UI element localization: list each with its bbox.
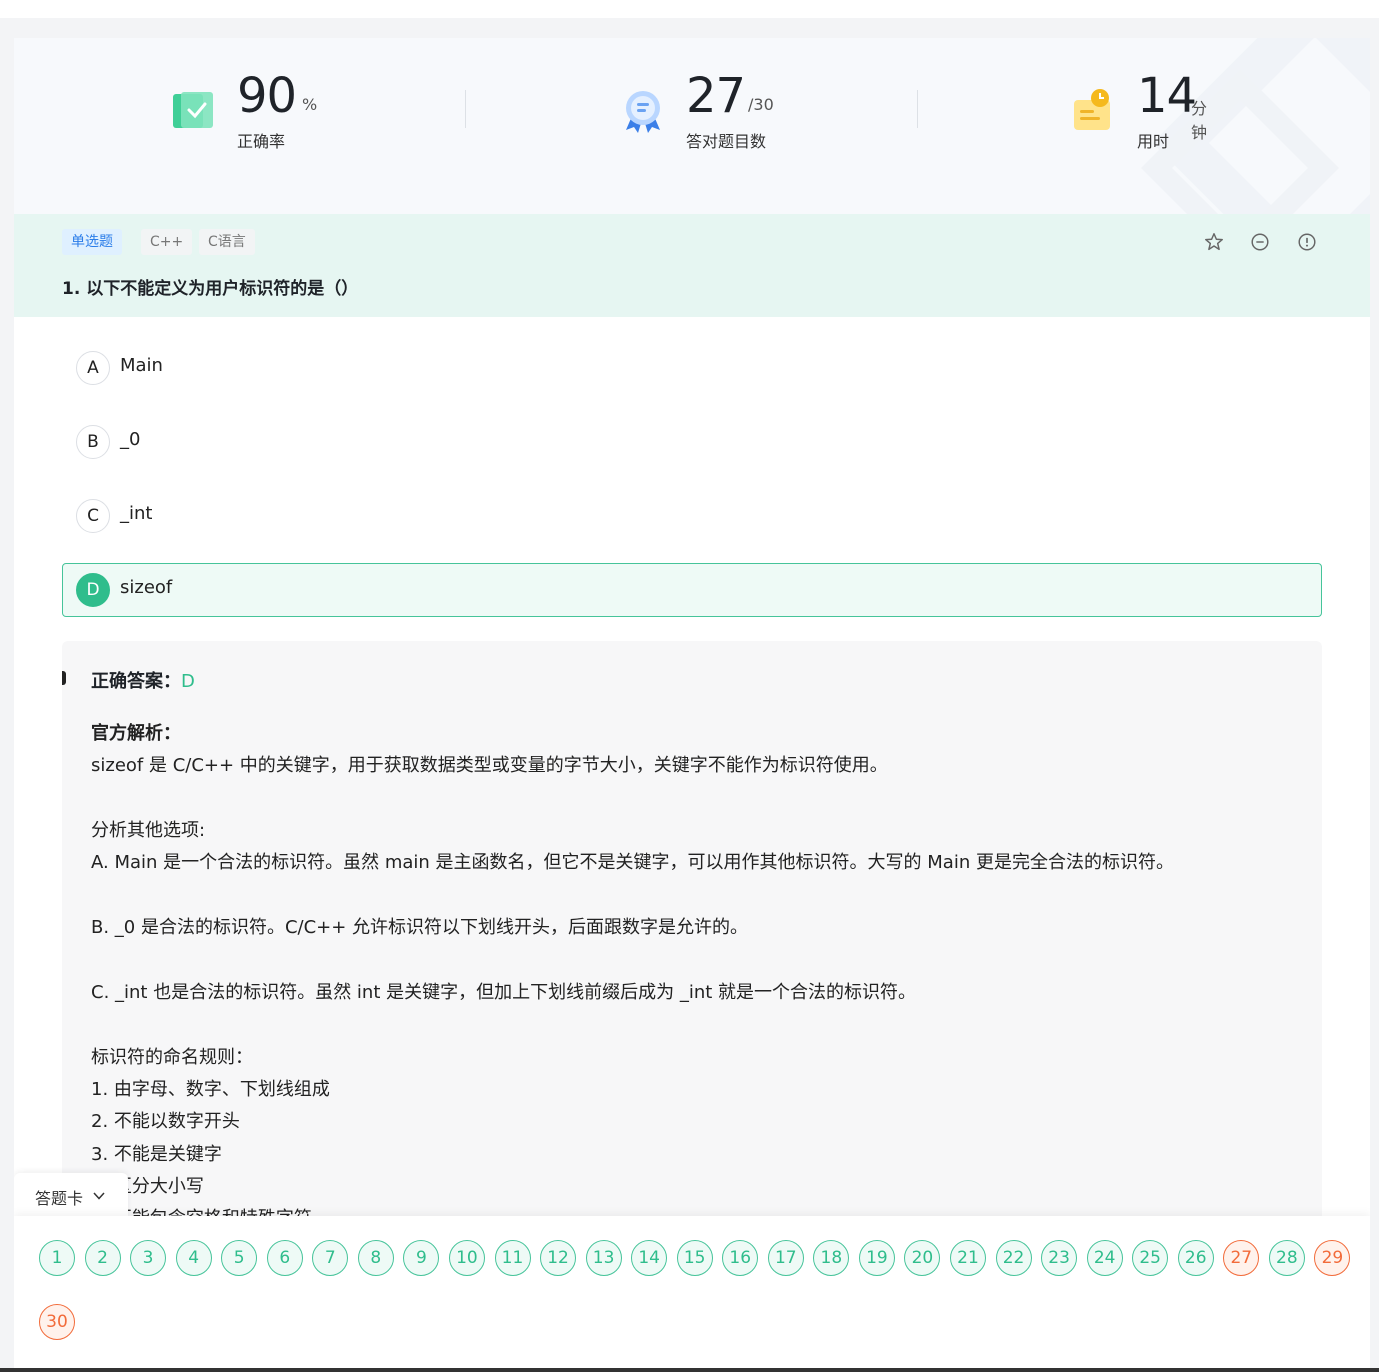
answer-card-item-24[interactable]: 24 xyxy=(1086,1240,1123,1276)
analysis-line: B. _0 是合法的标识符。C/C++ 允许标识符以下划线开头，后面跟数字是允许… xyxy=(91,917,749,938)
minus-circle-icon[interactable] xyxy=(1249,231,1271,253)
correct-answer-value: D xyxy=(181,671,195,692)
analysis-line: 标识符的命名规则： xyxy=(91,1047,253,1068)
tag-question-type: 单选题 xyxy=(62,229,122,255)
clock-note-icon xyxy=(1074,89,1110,130)
answer-card-item-26[interactable]: 26 xyxy=(1177,1240,1214,1276)
accuracy-value: 90 xyxy=(237,68,297,124)
option-text: _0 xyxy=(120,429,141,450)
bottom-bar xyxy=(0,1368,1379,1372)
divider xyxy=(917,90,918,128)
correct-count-total: /30 xyxy=(748,95,774,114)
analysis-panel: 正确答案：D 官方解析： sizeof 是 C/C++ 中的关键字，用于获取数据… xyxy=(62,641,1322,1261)
option-letter: A xyxy=(76,351,110,385)
chevron-down-icon xyxy=(93,1192,105,1200)
answer-card-item-27[interactable]: 27 xyxy=(1223,1240,1260,1276)
question-title: 1. 以下不能定义为用户标识符的是（） xyxy=(62,279,359,299)
answer-card-item-21[interactable]: 21 xyxy=(950,1240,986,1276)
correct-count-value: 27 xyxy=(686,68,746,124)
analysis-line: sizeof 是 C/C++ 中的关键字，用于获取数据类型或变量的字节大小，关键… xyxy=(91,755,888,776)
divider xyxy=(465,90,466,128)
correct-answer-label: 正确答案： xyxy=(91,671,181,692)
answer-card-item-2[interactable]: 2 xyxy=(84,1240,121,1276)
answer-card-item-29[interactable]: 29 xyxy=(1314,1240,1351,1276)
answer-card-item-12[interactable]: 12 xyxy=(540,1240,577,1276)
star-icon[interactable] xyxy=(1203,231,1225,253)
accuracy-unit: % xyxy=(302,95,318,114)
answer-card-item-5[interactable]: 5 xyxy=(221,1240,258,1276)
answer-card-item-23[interactable]: 23 xyxy=(1041,1240,1078,1276)
answer-card-item-17[interactable]: 17 xyxy=(767,1240,804,1276)
answer-card-item-19[interactable]: 19 xyxy=(858,1240,895,1276)
answer-card-item-7[interactable]: 7 xyxy=(312,1240,349,1276)
answer-card-item-15[interactable]: 15 xyxy=(676,1240,713,1276)
option-letter: D xyxy=(76,573,110,607)
analysis-heading: 官方解析： xyxy=(91,723,181,744)
answer-card-item-13[interactable]: 13 xyxy=(585,1240,622,1276)
time-unit: 分钟 xyxy=(1191,99,1208,142)
answer-card-item-28[interactable]: 28 xyxy=(1268,1240,1305,1276)
option-d-selected[interactable]: D sizeof xyxy=(62,563,1322,617)
answer-card-item-9[interactable]: 9 xyxy=(403,1240,440,1276)
answer-card-item-22[interactable]: 22 xyxy=(995,1240,1032,1276)
correct-answer: 正确答案：D xyxy=(91,667,195,693)
tag-c-language: C语言 xyxy=(199,229,255,255)
accuracy-label: 正确率 xyxy=(237,132,286,151)
answer-card-item-25[interactable]: 25 xyxy=(1132,1240,1169,1276)
analysis-line: 2. 不能以数字开头 xyxy=(91,1111,240,1132)
answer-card-grid: 1 2 3 4 5 6 7 8 9 10 11 12 13 14 15 16 17 18 19 20 21 22 23 24 2… xyxy=(14,1216,1370,1372)
answer-card-toggle[interactable]: 答题卡 xyxy=(14,1173,128,1219)
option-a[interactable]: A Main xyxy=(62,341,1322,395)
answer-card-item-3[interactable]: 3 xyxy=(130,1240,167,1276)
option-b[interactable]: B _0 xyxy=(62,415,1322,469)
answer-card-item-30[interactable]: 30 xyxy=(39,1304,75,1340)
check-book-icon xyxy=(173,92,213,128)
answer-card-item-16[interactable]: 16 xyxy=(722,1240,759,1276)
answer-card-item-6[interactable]: 6 xyxy=(266,1240,303,1276)
analysis-line: 1. 由字母、数字、下划线组成 xyxy=(91,1079,330,1100)
answer-card-label: 答题卡 xyxy=(35,1189,84,1208)
analysis-line: 分析其他选项: xyxy=(91,820,206,841)
award-ribbon-icon xyxy=(626,91,660,133)
section-marker xyxy=(62,671,66,685)
option-text: _int xyxy=(120,503,153,524)
answer-card-item-4[interactable]: 4 xyxy=(175,1240,212,1276)
analysis-line: 3. 不能是关键字 xyxy=(91,1144,222,1165)
analysis-line: A. Main 是一个合法的标识符。虽然 main 是主函数名，但它不是关键字，… xyxy=(91,852,1174,873)
option-letter: B xyxy=(76,425,110,459)
answer-card-item-14[interactable]: 14 xyxy=(631,1240,668,1276)
correct-count-label: 答对题目数 xyxy=(686,132,767,151)
answer-card-item-11[interactable]: 11 xyxy=(494,1240,531,1276)
answer-card-item-1[interactable]: 1 xyxy=(39,1240,75,1276)
option-c[interactable]: C _int xyxy=(62,489,1322,543)
tag-cpp: C++ xyxy=(141,229,193,255)
answer-card-item-8[interactable]: 8 xyxy=(357,1240,394,1276)
stats-panel: 90 % 正确率 27 /30 答对题目数 14 分钟 用时 xyxy=(14,38,1370,214)
top-bar xyxy=(0,0,1379,18)
option-text: sizeof xyxy=(120,577,173,598)
question-header: 单选题 C++ C语言 1. 以下不能定义为用户标识符的是（） xyxy=(14,214,1370,317)
result-card: 90 % 正确率 27 /30 答对题目数 14 分钟 用时 单选题 C++ C… xyxy=(14,38,1370,1372)
option-text: Main xyxy=(120,355,163,376)
time-label: 用时 xyxy=(1137,132,1170,151)
answer-card-item-10[interactable]: 10 xyxy=(448,1240,485,1276)
time-value: 14 xyxy=(1137,68,1197,124)
answer-card-item-20[interactable]: 20 xyxy=(904,1240,941,1276)
option-letter: C xyxy=(76,499,110,533)
alert-circle-icon[interactable] xyxy=(1296,231,1318,253)
answer-card-item-18[interactable]: 18 xyxy=(813,1240,850,1276)
analysis-line: C. _int 也是合法的标识符。虽然 int 是关键字，但加上下划线前缀后成为… xyxy=(91,982,917,1003)
